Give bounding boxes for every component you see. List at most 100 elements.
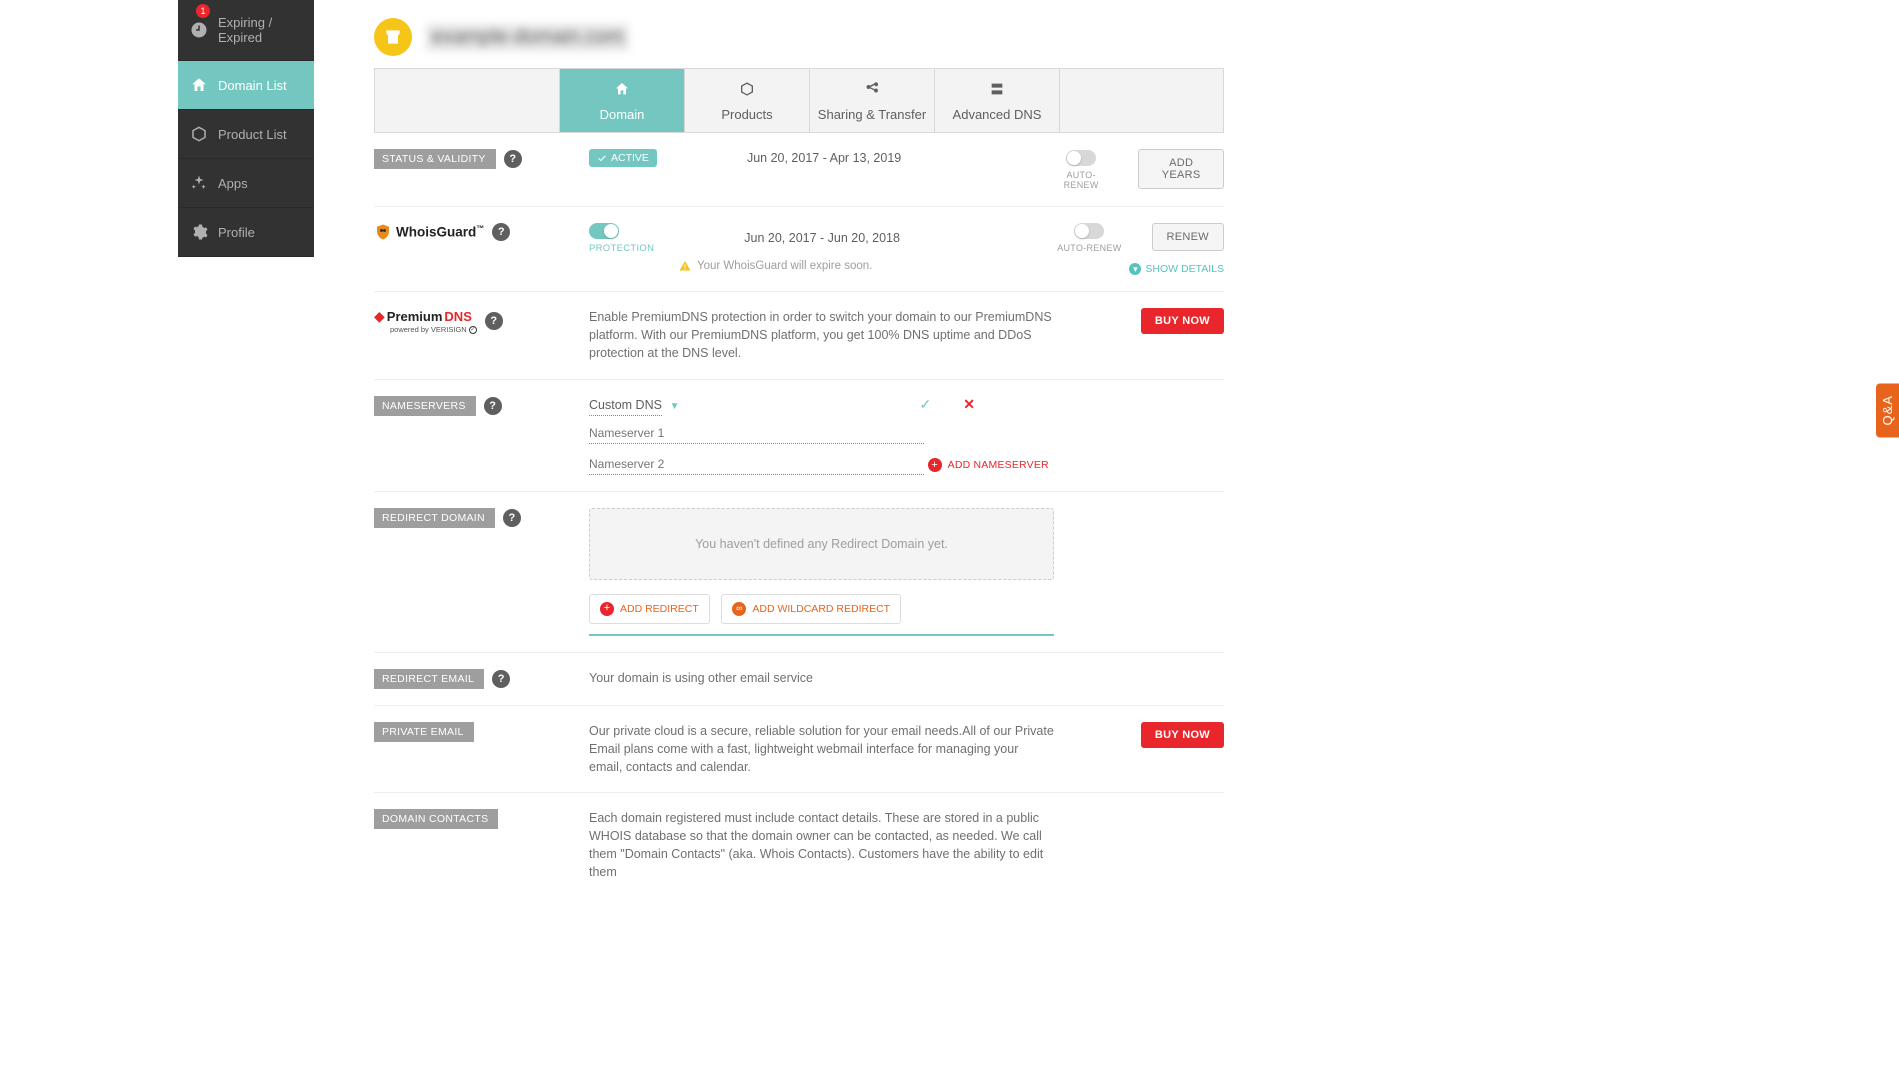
section-chip-nameservers: NAMESERVERS <box>374 396 476 416</box>
nameserver-confirm[interactable]: ✓ <box>919 396 931 413</box>
plus-icon: + <box>928 458 942 472</box>
add-wildcard-label: ADD WILDCARD REDIRECT <box>752 603 890 615</box>
add-redirect-label: ADD REDIRECT <box>620 603 699 615</box>
sidebar-item-profile[interactable]: Profile <box>178 208 314 257</box>
plus-icon: + <box>600 602 614 616</box>
section-chip-redirect-email: REDIRECT EMAIL <box>374 669 484 689</box>
nameserver-input-1[interactable] <box>589 423 924 444</box>
renew-button[interactable]: RENEW <box>1152 223 1224 251</box>
tab-spacer <box>375 69 560 132</box>
add-wildcard-redirect-button[interactable]: ∞ ADD WILDCARD REDIRECT <box>721 594 901 624</box>
help-icon[interactable]: ? <box>485 312 503 330</box>
whoisguard-logo: WhoisGuard™ <box>374 223 484 241</box>
add-years-button[interactable]: ADD YEARS <box>1138 149 1224 189</box>
row-nameservers: NAMESERVERS ? Custom DNS ▼ ✓ ✕ + ADD NAM… <box>374 380 1224 492</box>
help-icon[interactable]: ? <box>492 670 510 688</box>
buy-now-button-email[interactable]: BUY NOW <box>1141 722 1224 748</box>
add-nameserver-button[interactable]: + ADD NAMESERVER <box>928 458 1049 472</box>
whoisguard-toggle[interactable] <box>589 223 619 239</box>
premiumdns-desc: Enable PremiumDNS protection in order to… <box>589 308 1054 362</box>
status-badge: ACTIVE <box>589 149 657 167</box>
nameserver-select[interactable]: Custom DNS <box>589 395 662 416</box>
autorenew-toggle-whois[interactable] <box>1074 223 1104 239</box>
tab-label: Sharing & Transfer <box>818 107 926 122</box>
sidebar-item-apps[interactable]: Apps <box>178 159 314 208</box>
autorenew-label: AUTO-RENEW <box>1057 243 1121 253</box>
nameserver-input-2[interactable] <box>589 454 924 475</box>
box-icon <box>190 125 208 143</box>
qa-floater[interactable]: Q&A <box>1876 383 1899 437</box>
add-redirect-button[interactable]: + ADD REDIRECT <box>589 594 710 624</box>
domain-name-redacted: example-domain.com <box>426 24 629 51</box>
row-premiumdns: ◆ PremiumDNS powered by VERISIGN ✓ ? Ena… <box>374 292 1224 379</box>
autorenew-toggle-domain[interactable] <box>1066 150 1096 166</box>
row-domain-contacts: DOMAIN CONTACTS Each domain registered m… <box>374 793 1224 898</box>
tab-domain[interactable]: Domain <box>560 69 685 132</box>
share-icon <box>810 81 934 101</box>
sidebar: 1 Expiring / Expired Domain List Product… <box>178 0 314 257</box>
tab-advanced-dns[interactable]: Advanced DNS <box>935 69 1060 132</box>
whoisguard-warning: Your WhoisGuard will expire soon. <box>679 260 1054 272</box>
sidebar-item-expiring[interactable]: 1 Expiring / Expired <box>178 0 314 61</box>
show-details-text: SHOW DETAILS <box>1145 263 1224 275</box>
show-details-link[interactable]: ▾ SHOW DETAILS <box>1054 263 1224 275</box>
link-icon: ∞ <box>732 602 746 616</box>
tab-label: Products <box>721 107 772 122</box>
sidebar-item-label: Product List <box>218 127 287 142</box>
redirect-email-desc: Your domain is using other email service <box>589 669 1054 687</box>
main-content: example-domain.com Domain Products Shari… <box>374 0 1224 897</box>
buy-now-button-pdns[interactable]: BUY NOW <box>1141 308 1224 334</box>
domain-header: example-domain.com <box>374 18 1224 56</box>
nameserver-cancel[interactable]: ✕ <box>963 396 975 413</box>
box-icon <box>685 81 809 101</box>
sidebar-item-product-list[interactable]: Product List <box>178 110 314 159</box>
whoisguard-warning-text: Your WhoisGuard will expire soon. <box>697 260 872 272</box>
sidebar-item-label: Domain List <box>218 78 287 93</box>
tab-label: Advanced DNS <box>953 107 1042 122</box>
add-nameserver-label: ADD NAMESERVER <box>948 459 1049 471</box>
whoisguard-text: WhoisGuard <box>396 224 476 239</box>
autorenew-label: AUTO-RENEW <box>1054 170 1108 190</box>
status-badge-text: ACTIVE <box>611 152 649 164</box>
premiumdns-logo: ◆ PremiumDNS powered by VERISIGN ✓ <box>374 308 477 334</box>
section-chip-domain-contacts: DOMAIN CONTACTS <box>374 809 498 829</box>
clock-icon <box>190 21 208 39</box>
protection-label: PROTECTION <box>589 243 654 254</box>
powered-by-text: powered by VERISIGN <box>390 325 467 334</box>
sparkle-icon <box>190 174 208 192</box>
tab-sharing[interactable]: Sharing & Transfer <box>810 69 935 132</box>
domain-contacts-desc: Each domain registered must include cont… <box>589 809 1054 882</box>
chevron-down-icon: ▾ <box>1129 263 1141 275</box>
row-redirect-email: REDIRECT EMAIL ? Your domain is using ot… <box>374 653 1224 706</box>
help-icon[interactable]: ? <box>504 150 522 168</box>
expiring-count-badge: 1 <box>196 4 210 18</box>
gear-icon <box>190 223 208 241</box>
accent-underline <box>589 634 1054 636</box>
nameserver-select-value: Custom DNS <box>589 398 662 412</box>
help-icon[interactable]: ? <box>492 223 510 241</box>
tab-label: Domain <box>600 107 645 122</box>
dns-text: DNS <box>444 309 471 324</box>
tab-products[interactable]: Products <box>685 69 810 132</box>
section-chip-redirect: REDIRECT DOMAIN <box>374 508 495 528</box>
status-dates: Jun 20, 2017 - Apr 13, 2019 <box>747 151 901 165</box>
help-icon[interactable]: ? <box>503 509 521 527</box>
private-email-desc: Our private cloud is a secure, reliable … <box>589 722 1054 776</box>
row-whoisguard: WhoisGuard™ ? PROTECTION Jun 20, 2017 - … <box>374 207 1224 293</box>
redirect-empty-state: You haven't defined any Redirect Domain … <box>589 508 1054 580</box>
server-icon <box>935 81 1059 101</box>
sidebar-item-label: Profile <box>218 225 255 240</box>
home-icon <box>560 81 684 101</box>
premium-text: Premium <box>387 309 443 324</box>
row-status: STATUS & VALIDITY ? ACTIVE Jun 20, 2017 … <box>374 133 1224 207</box>
sidebar-item-label: Apps <box>218 176 248 191</box>
home-icon <box>190 76 208 94</box>
section-chip-status: STATUS & VALIDITY <box>374 149 496 169</box>
tab-bar: Domain Products Sharing & Transfer Advan… <box>374 68 1224 133</box>
help-icon[interactable]: ? <box>484 397 502 415</box>
verisign-icon: ✓ <box>469 326 477 334</box>
sidebar-item-domain-list[interactable]: Domain List <box>178 61 314 110</box>
section-chip-private-email: PRIVATE EMAIL <box>374 722 474 742</box>
diamond-icon: ◆ <box>374 308 385 325</box>
row-redirect-domain: REDIRECT DOMAIN ? You haven't defined an… <box>374 492 1224 653</box>
